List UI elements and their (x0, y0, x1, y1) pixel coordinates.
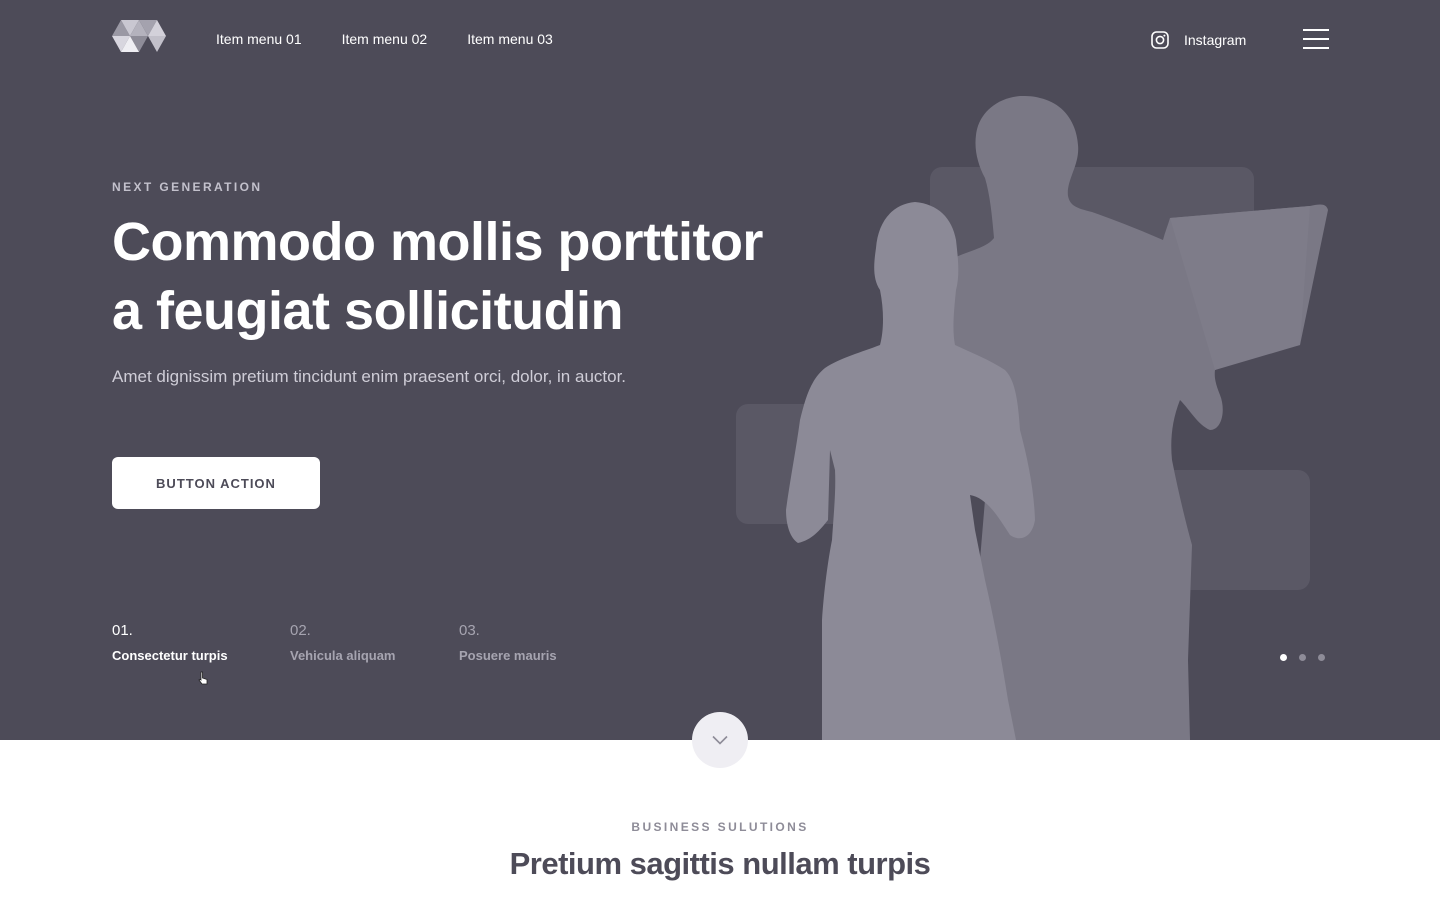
slide-tab-01[interactable]: 01. Consectetur turpis (112, 622, 228, 663)
slider-dot-3[interactable] (1318, 654, 1325, 661)
slide-tab-label: Vehicula aliquam (290, 648, 396, 663)
hamburger-bar-middle (1303, 38, 1329, 40)
section-eyebrow: BUSINESS SULUTIONS (631, 820, 809, 834)
slider-dot-2[interactable] (1299, 654, 1306, 661)
hero-headline-line-1: Commodo mollis porttitor (112, 212, 763, 272)
hamburger-bar-top (1303, 29, 1329, 31)
hero-headline-line-2: a feugiat sollicitudin (112, 281, 624, 341)
slide-tab-03[interactable]: 03. Posuere mauris (459, 622, 557, 663)
instagram-icon (1151, 31, 1169, 49)
hamburger-bar-bottom (1303, 47, 1329, 49)
hero-illustration (736, 96, 1328, 740)
button-action[interactable]: BUTTON ACTION (112, 457, 320, 509)
slide-tab-label: Consectetur turpis (112, 648, 228, 663)
slide-tab-number: 03. (459, 622, 480, 639)
nav-item-menu-02[interactable]: Item menu 02 (342, 31, 428, 47)
hero-eyebrow: NEXT GENERATION (112, 180, 263, 194)
nav-item-menu-03[interactable]: Item menu 03 (467, 31, 553, 47)
logo-shard-8 (148, 36, 166, 52)
scroll-down-button[interactable] (692, 712, 748, 768)
hero-subtitle: Amet dignissim pretium tincidunt enim pr… (112, 367, 627, 386)
slide-tab-number: 02. (290, 622, 311, 639)
section-title: Pretium sagittis nullam turpis (509, 846, 931, 881)
slide-tab-number: 01. (112, 622, 133, 639)
instagram-label: Instagram (1184, 32, 1247, 48)
slider-dot-1[interactable] (1280, 654, 1287, 661)
instagram-link[interactable]: Instagram (1151, 31, 1246, 49)
main-nav: Item menu 01 Item menu 02 Item menu 03 (216, 31, 593, 47)
nav-item-menu-01[interactable]: Item menu 01 (216, 31, 302, 47)
chevron-down-icon (712, 735, 728, 745)
slide-tab-02[interactable]: 02. Vehicula aliquam (290, 622, 396, 663)
hero-headline: Commodo mollis porttitor a feugiat solli… (112, 208, 812, 346)
slide-tab-label: Posuere mauris (459, 648, 557, 663)
hero-section: Item menu 01 Item menu 02 Item menu 03 I… (0, 0, 1440, 740)
logo-triangles[interactable] (112, 20, 168, 52)
slider-dots (1280, 654, 1337, 661)
hamburger-icon[interactable] (1303, 29, 1329, 49)
pointer-cursor-icon (198, 671, 208, 685)
